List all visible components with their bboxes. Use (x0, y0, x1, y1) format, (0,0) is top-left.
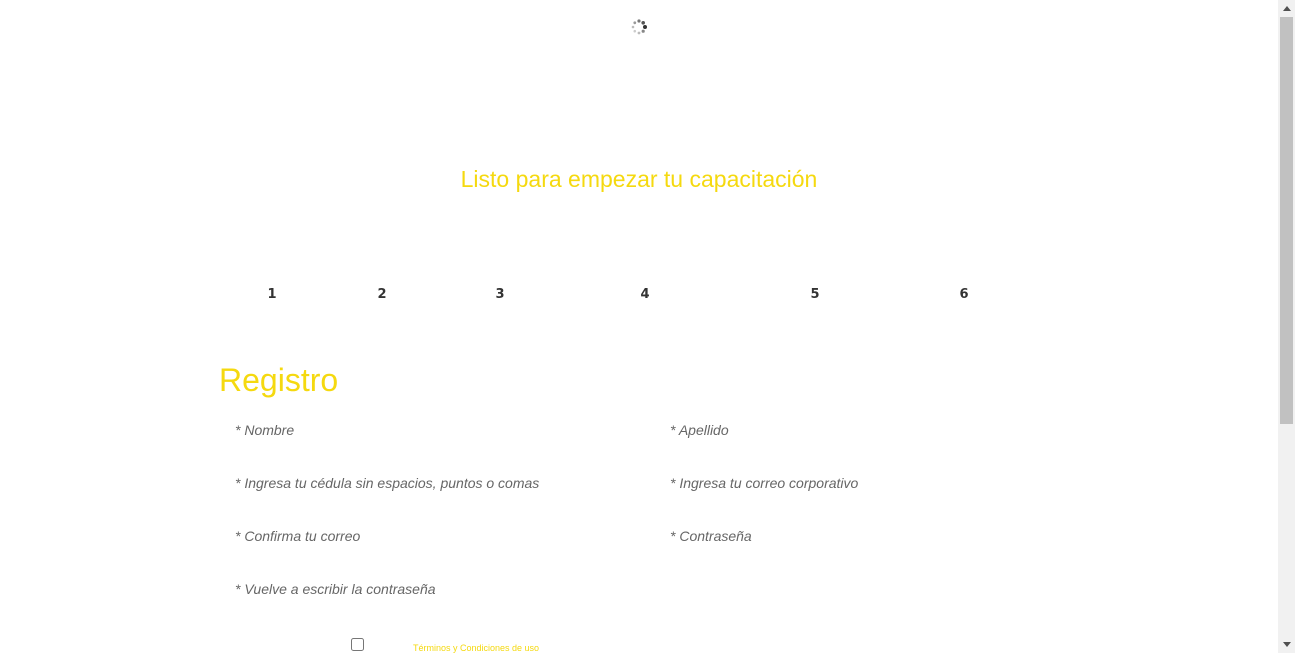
loading-spinner-icon (631, 19, 647, 35)
step-4[interactable]: 4 (635, 287, 655, 302)
email-field[interactable] (670, 471, 1070, 495)
hero-title: Listo para empezar tu capacitación (460, 166, 818, 192)
password-field[interactable] (670, 524, 1070, 548)
terms-link[interactable]: Términos y Condiciones de uso (413, 643, 539, 653)
form-title: Registro (219, 362, 339, 398)
step-6[interactable]: 6 (954, 287, 974, 302)
page: Listo para empezar tu capacitación 1 2 3… (0, 0, 1295, 653)
nombre-field[interactable] (235, 418, 635, 442)
terms-checkbox[interactable] (351, 638, 364, 651)
cedula-field[interactable] (235, 471, 635, 495)
apellido-field[interactable] (670, 418, 1070, 442)
scrollbar-thumb[interactable] (1280, 17, 1293, 424)
step-5[interactable]: 5 (805, 287, 825, 302)
confirm-password-field[interactable] (235, 577, 635, 601)
arrow-up-icon[interactable] (1278, 0, 1295, 17)
vertical-scrollbar[interactable] (1278, 0, 1295, 653)
confirm-email-field[interactable] (235, 524, 635, 548)
step-1[interactable]: 1 (262, 287, 282, 302)
arrow-down-icon[interactable] (1278, 636, 1295, 653)
step-2[interactable]: 2 (372, 287, 392, 302)
step-3[interactable]: 3 (490, 287, 510, 302)
